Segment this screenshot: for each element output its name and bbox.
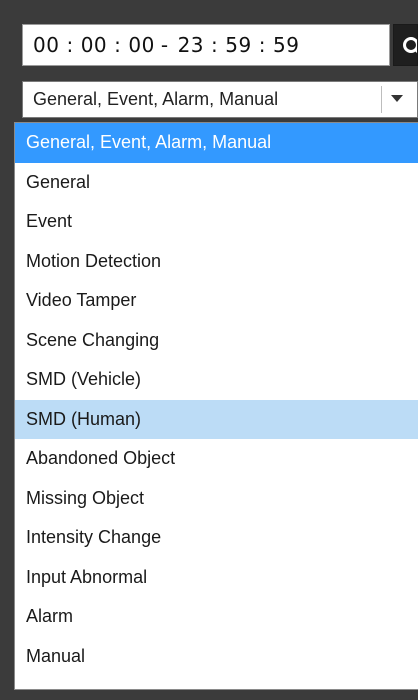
chevron-down-icon[interactable] <box>391 95 403 102</box>
panel-bottom-edge <box>0 690 418 700</box>
range-dash: - <box>160 33 169 57</box>
time-separator: : <box>114 33 122 57</box>
option-missing-object[interactable]: Missing Object <box>15 479 418 519</box>
event-type-dropdown-list: General, Event, Alarm, Manual General Ev… <box>14 122 418 690</box>
option-video-tamper[interactable]: Video Tamper <box>15 281 418 321</box>
end-hour[interactable]: 23 <box>178 33 204 57</box>
select-divider <box>381 86 382 113</box>
option-smd-vehicle[interactable]: SMD (Vehicle) <box>15 360 418 400</box>
time-separator: : <box>211 33 219 57</box>
option-general-event-alarm-manual[interactable]: General, Event, Alarm, Manual <box>15 123 418 163</box>
start-hour[interactable]: 00 <box>33 33 59 57</box>
option-smd-human[interactable]: SMD (Human) <box>15 399 418 439</box>
search-button[interactable] <box>393 24 418 66</box>
time-separator: : <box>66 33 74 57</box>
option-alarm[interactable]: Alarm <box>15 597 418 637</box>
search-icon <box>403 37 417 54</box>
end-minute[interactable]: 59 <box>225 33 251 57</box>
start-second[interactable]: 00 <box>128 33 154 57</box>
option-input-abnormal[interactable]: Input Abnormal <box>15 558 418 598</box>
option-general[interactable]: General <box>15 163 418 203</box>
time-range-field[interactable]: 00 : 00 : 00 - 23 : 59 : 59 <box>22 24 390 66</box>
option-abandoned-object[interactable]: Abandoned Object <box>15 439 418 479</box>
end-second[interactable]: 59 <box>273 33 299 57</box>
option-manual[interactable]: Manual <box>15 637 418 677</box>
option-event[interactable]: Event <box>15 202 418 242</box>
option-intensity-change[interactable]: Intensity Change <box>15 518 418 558</box>
option-scene-changing[interactable]: Scene Changing <box>15 321 418 361</box>
select-current-value: General, Event, Alarm, Manual <box>33 89 279 109</box>
event-type-select[interactable]: General, Event, Alarm, Manual <box>22 81 418 118</box>
time-separator: : <box>258 33 266 57</box>
option-motion-detection[interactable]: Motion Detection <box>15 242 418 282</box>
start-minute[interactable]: 00 <box>81 33 107 57</box>
